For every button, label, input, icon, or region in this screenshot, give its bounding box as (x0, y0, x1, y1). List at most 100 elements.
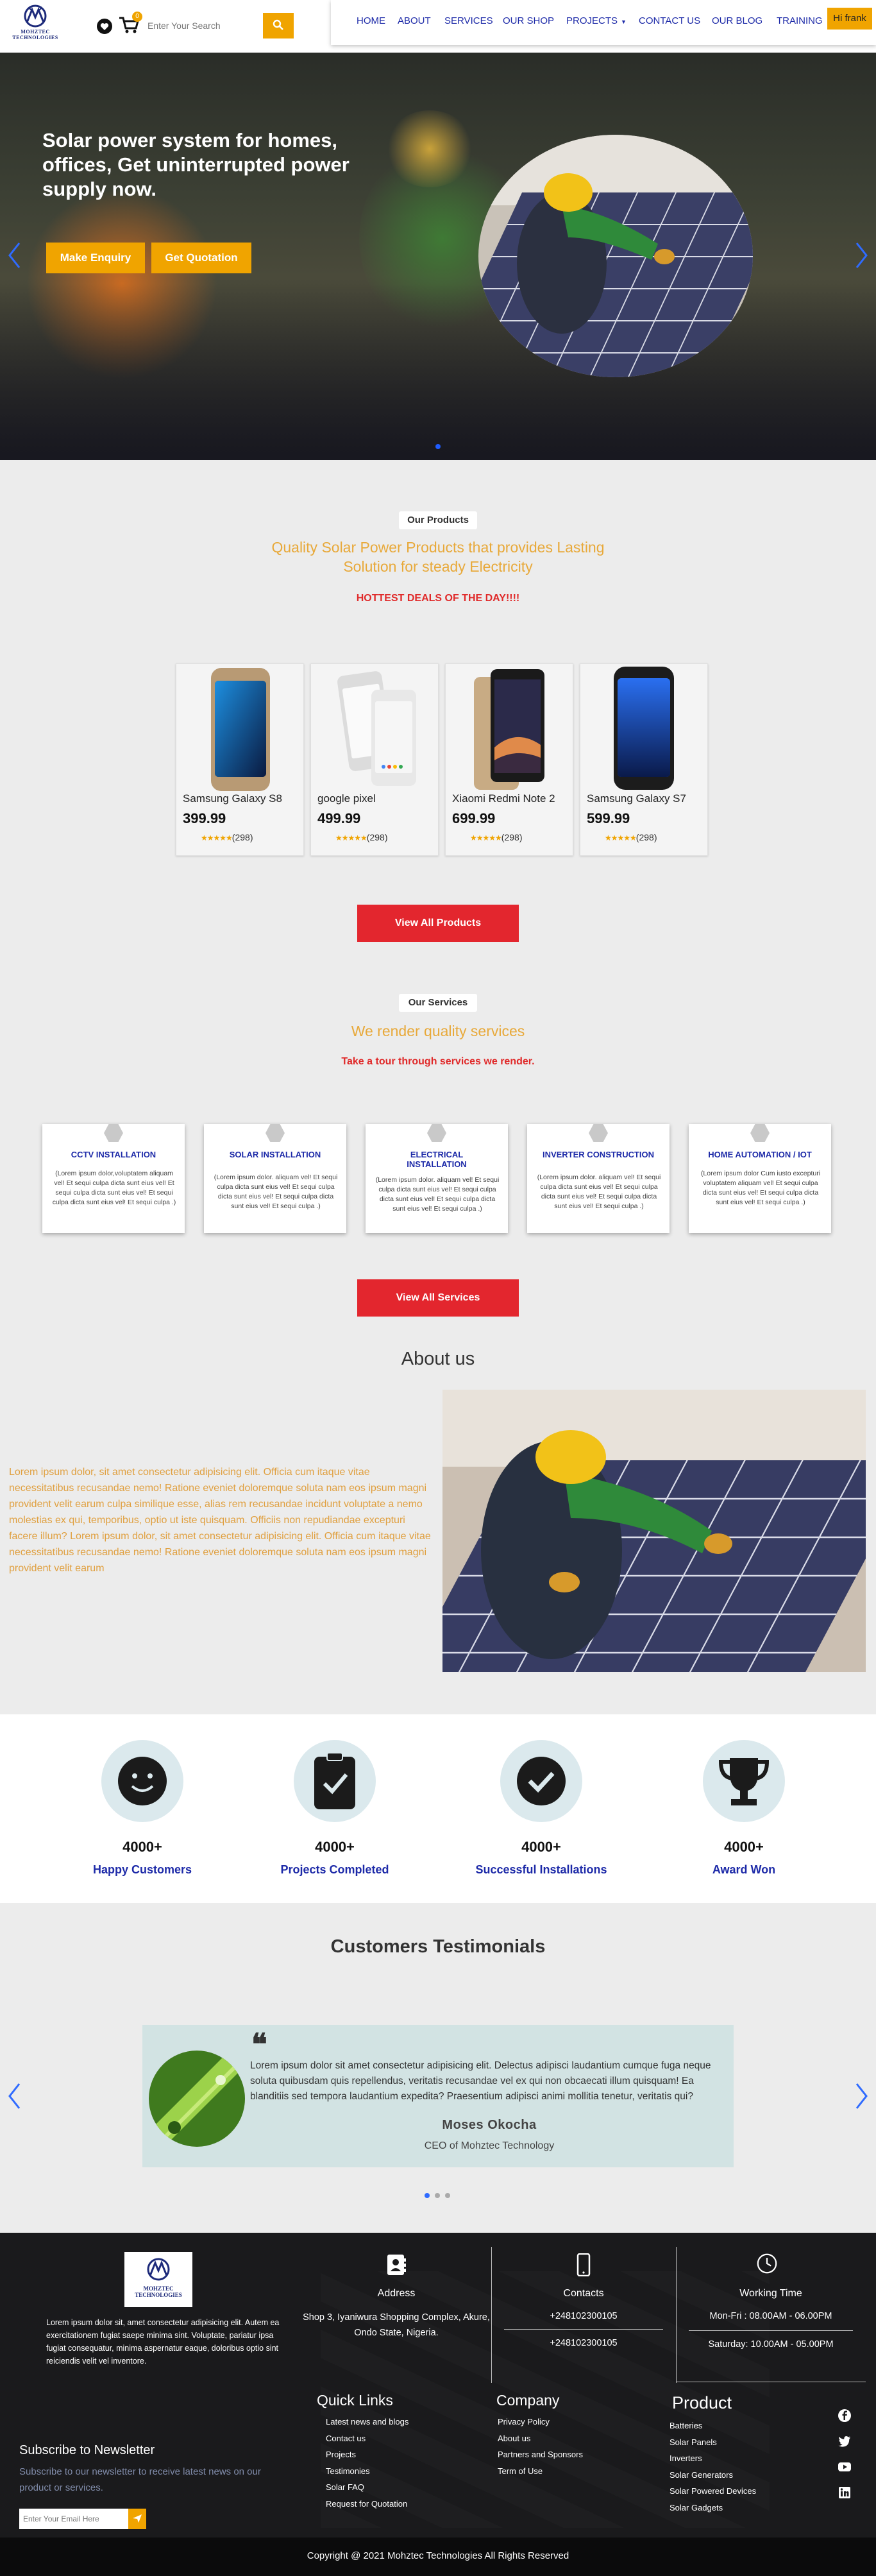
service-title: SOLAR INSTALLATION (229, 1150, 321, 1159)
testimonial-prev-arrow-icon[interactable] (6, 2081, 22, 2111)
testimonial-next-arrow-icon[interactable] (854, 2081, 870, 2111)
hero-bg-shade (0, 284, 876, 460)
hexagon-icon (589, 1124, 608, 1142)
view-all-services-button[interactable]: View All Services (357, 1279, 519, 1317)
rating-count: (298) (232, 832, 253, 842)
company-link[interactable]: Privacy Policy (498, 2414, 583, 2430)
quick-link[interactable]: Latest news and blogs (326, 2414, 409, 2430)
wishlist-heart-icon[interactable] (96, 18, 113, 35)
check-circle-icon (517, 1757, 566, 1805)
address-heading: Address (377, 2288, 416, 2299)
stat-icon-circle (500, 1740, 582, 1822)
testimonial-slide-indicator[interactable] (435, 2193, 440, 2198)
hero-slide-indicator[interactable] (435, 444, 441, 449)
service-card[interactable]: HOME AUTOMATION / IOT (Lorem ipsum dolor… (689, 1124, 831, 1233)
service-title: INVERTER CONSTRUCTION (542, 1150, 655, 1159)
quick-link[interactable]: Testimonies (326, 2463, 409, 2480)
product-name: Xiaomi Redmi Note 2 (452, 792, 555, 805)
clipboard-check-icon (314, 1752, 355, 1809)
nav-contact-us[interactable]: CONTACT US (639, 15, 700, 26)
linkedin-icon[interactable] (838, 2486, 852, 2500)
service-title: HOME AUTOMATION / IOT (708, 1150, 812, 1159)
projects-dropdown-icon: ▼ (621, 19, 627, 25)
testimonial-slide-indicator[interactable] (445, 2193, 450, 2198)
product-link[interactable]: Inverters (670, 2450, 756, 2467)
hero-next-arrow-icon[interactable] (854, 241, 870, 270)
site-logo[interactable]: MOHZTEC TECHNOLOGIES (12, 3, 59, 43)
product-name: Samsung Galaxy S8 (183, 792, 282, 805)
testimonial-role: CEO of Mohztec Technology (424, 2140, 555, 2151)
product-rating: ★★★★★(298) (470, 832, 522, 842)
company-link[interactable]: About us (498, 2430, 583, 2447)
services-section-pill: Our Services (399, 994, 477, 1012)
twitter-icon[interactable] (838, 2434, 852, 2448)
stat-icon-circle (101, 1740, 183, 1822)
company-link[interactable]: Term of Use (498, 2463, 583, 2480)
newsletter-submit-button[interactable] (128, 2509, 146, 2529)
service-card[interactable]: INVERTER CONSTRUCTION (Lorem ipsum dolor… (527, 1124, 670, 1233)
service-card[interactable]: SOLAR INSTALLATION (Lorem ipsum dolor. a… (204, 1124, 346, 1233)
view-all-products-button[interactable]: View All Products (357, 905, 519, 942)
nav-home[interactable]: HOME (357, 15, 385, 26)
quick-link[interactable]: Solar FAQ (326, 2479, 409, 2496)
product-link[interactable]: Batteries (670, 2418, 756, 2434)
contacts-heading: Contacts (563, 2288, 604, 2299)
stat-label: Award Won (712, 1863, 776, 1876)
product-price: 699.99 (452, 810, 496, 826)
testimonial-slide-indicator[interactable] (425, 2193, 430, 2198)
about-text: Lorem ipsum dolor, sit amet consectetur … (9, 1467, 431, 1574)
facebook-icon[interactable] (838, 2409, 852, 2423)
logo-text: MOHZTEC TECHNOLOGIES (12, 29, 58, 40)
youtube-icon[interactable] (838, 2460, 852, 2474)
make-enquiry-button[interactable]: Make Enquiry (46, 243, 145, 273)
user-greeting-button[interactable]: Hi frank (827, 8, 872, 30)
nav-our-shop[interactable]: OUR SHOP (503, 15, 554, 26)
footer-logo[interactable]: MOHZTEC TECHNOLOGIES (124, 2252, 192, 2307)
clock-icon (757, 2253, 777, 2274)
quick-links-list: Latest news and blogs Contact us Project… (326, 2414, 409, 2512)
nav-our-blog[interactable]: OUR BLOG (712, 15, 762, 26)
stat-label: Happy Customers (92, 1863, 192, 1876)
company-link[interactable]: Partners and Sponsors (498, 2446, 583, 2463)
nav-projects[interactable]: PROJECTS (566, 15, 618, 26)
product-link[interactable]: Solar Panels (670, 2434, 756, 2451)
hero-prev-arrow-icon[interactable] (6, 241, 22, 270)
search-input[interactable] (144, 14, 263, 37)
address-book-icon (387, 2255, 406, 2275)
about-solar-worker-image (442, 1390, 866, 1672)
product-link[interactable]: Solar Generators (670, 2467, 756, 2484)
smile-icon (118, 1757, 167, 1805)
product-card[interactable]: google pixel 499.99 ★★★★★(298) (310, 663, 439, 856)
product-links-heading: Product (672, 2393, 732, 2412)
nav-about[interactable]: ABOUT (398, 15, 431, 26)
product-card[interactable]: Samsung Galaxy S8 399.99 ★★★★★(298) (176, 663, 304, 856)
testimonials-title: Customers Testimonials (330, 1936, 546, 1957)
product-links-list: Batteries Solar Panels Inverters Solar G… (670, 2418, 756, 2516)
service-card[interactable]: ELECTRICAL INSTALLATION (Lorem ipsum dol… (366, 1124, 508, 1233)
product-link[interactable]: Solar Gadgets (670, 2500, 756, 2516)
quick-link[interactable]: Projects (326, 2446, 409, 2463)
nav-training[interactable]: TRAINING (777, 15, 823, 26)
stat-label: Successful Installations (475, 1863, 607, 1876)
quick-link[interactable]: Request for Quotation (326, 2496, 409, 2512)
stat-happy-customers: 4000+ Happy Customers (59, 1740, 226, 1877)
working-time-saturday: Saturday: 10.00AM - 05.00PM (708, 2339, 834, 2350)
testimonial-avatar (149, 2051, 245, 2147)
product-rating: ★★★★★(298) (605, 832, 657, 842)
service-card[interactable]: CCTV INSTALLATION (Lorem ipsum dolor,vol… (42, 1124, 185, 1233)
nav-services[interactable]: SERVICES (444, 15, 493, 26)
search-button[interactable] (263, 13, 294, 38)
contacts-phone[interactable]: +248102300105 (491, 2308, 676, 2324)
contacts-phone[interactable]: +248102300105 (491, 2335, 676, 2351)
get-quotation-button[interactable]: Get Quotation (151, 243, 251, 273)
product-price: 399.99 (183, 810, 226, 826)
newsletter-email-input[interactable] (19, 2509, 128, 2529)
hero-title: Solar power system for homes, offices, G… (42, 129, 350, 200)
main-nav: HOME ABOUT SERVICES OUR SHOP PROJECTS ▼ … (331, 0, 876, 45)
quick-link[interactable]: Contact us (326, 2430, 409, 2447)
company-links-list: Privacy Policy About us Partners and Spo… (498, 2414, 583, 2479)
product-card[interactable]: Samsung Galaxy S7 599.99 ★★★★★(298) (580, 663, 708, 856)
newsletter-heading: Subscribe to Newsletter (19, 2443, 155, 2457)
product-card[interactable]: Xiaomi Redmi Note 2 699.99 ★★★★★(298) (445, 663, 573, 856)
product-link[interactable]: Solar Powered Devices (670, 2483, 756, 2500)
